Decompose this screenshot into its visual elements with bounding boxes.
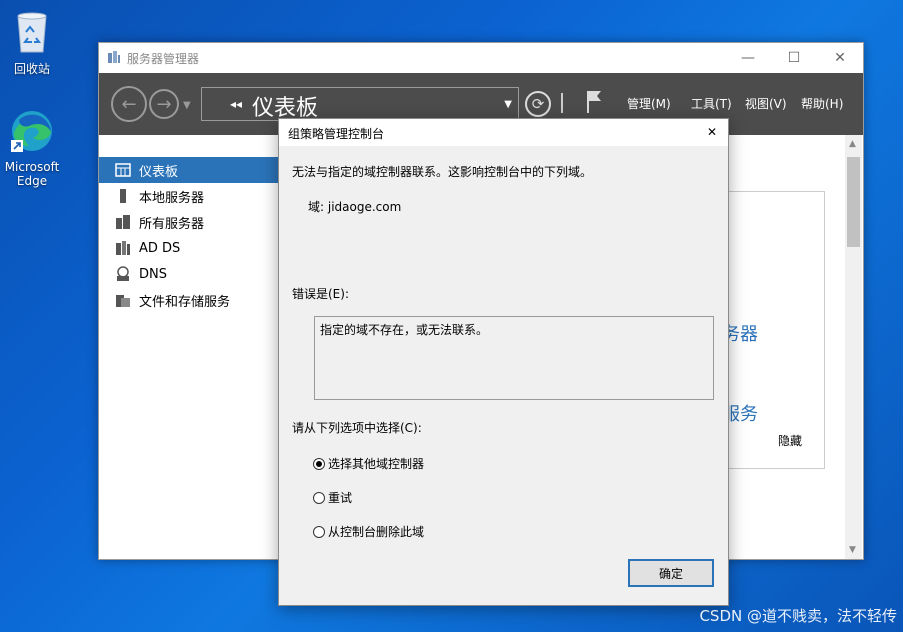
menu-tools[interactable]: 工具(T) xyxy=(691,95,732,112)
scroll-down-icon[interactable]: ▼ xyxy=(849,545,856,555)
error-label: 错误是(E): xyxy=(292,287,349,301)
breadcrumb-chevron-icon: ◂◂ xyxy=(230,97,243,111)
sidebar-item-local-server[interactable]: 本地服务器 xyxy=(99,183,279,209)
sidebar-item-dns[interactable]: DNS xyxy=(99,261,279,287)
radio-label: 从控制台删除此域 xyxy=(328,525,425,539)
server-manager-app-icon xyxy=(107,50,121,67)
minimize-button[interactable]: — xyxy=(725,43,771,73)
gpmc-error-dialog: 组策略管理控制台 ✕ 无法与指定的域控制器联系。这影响控制台中的下列域。 域: … xyxy=(278,118,729,606)
sidebar-item-label: 仪表板 xyxy=(139,164,179,180)
radio-remove-domain[interactable]: 从控制台删除此域 xyxy=(313,523,424,540)
dialog-close-button[interactable]: ✕ xyxy=(698,119,728,146)
sidebar-item-dashboard[interactable]: 仪表板 xyxy=(99,157,279,183)
maximize-icon: ☐ xyxy=(787,50,801,66)
sidebar-item-ad-ds[interactable]: AD DS xyxy=(99,235,279,261)
hide-link[interactable]: 隐藏 xyxy=(778,432,802,449)
refresh-icon: ⟳ xyxy=(531,95,545,113)
edge-desktop-icon[interactable]: Microsoft Edge xyxy=(0,108,64,188)
forward-button[interactable]: → xyxy=(149,89,179,119)
close-button[interactable]: ✕ xyxy=(817,43,863,73)
sidebar-item-file-storage[interactable]: 文件和存储服务 xyxy=(99,287,279,313)
radio-button-selected[interactable] xyxy=(313,457,325,470)
sidebar: 仪表板 本地服务器 所有服务器 AD DS DNS 文件和存储服务 xyxy=(99,157,279,313)
sidebar-item-label: 文件和存储服务 xyxy=(139,294,231,310)
domain-text: 域: jidaoge.com xyxy=(308,200,402,214)
refresh-button[interactable]: ⟳ xyxy=(525,91,551,117)
menu-help[interactable]: 帮助(H) xyxy=(801,95,843,112)
scroll-up-icon[interactable]: ▲ xyxy=(849,139,856,149)
breadcrumb[interactable]: ◂◂ 仪表板 ▼ xyxy=(201,87,519,121)
vertical-scrollbar[interactable]: ▲ ▼ xyxy=(845,135,862,559)
radio-button[interactable] xyxy=(313,491,325,504)
close-icon: ✕ xyxy=(834,50,846,66)
history-dropdown-icon[interactable]: ▼ xyxy=(183,100,191,111)
sidebar-item-label: 所有服务器 xyxy=(139,216,205,232)
sidebar-item-label: DNS xyxy=(139,266,167,282)
recycle-bin-desktop-icon[interactable]: 回收站 xyxy=(0,8,64,77)
recycle-bin-icon xyxy=(0,8,64,57)
dialog-message: 无法与指定的域控制器联系。这影响控制台中的下列域。 xyxy=(292,165,593,179)
server-icon xyxy=(115,188,131,204)
edge-label: Microsoft Edge xyxy=(4,160,60,188)
menu-view[interactable]: 视图(V) xyxy=(745,95,787,112)
scrollbar-thumb[interactable] xyxy=(847,157,860,247)
back-button[interactable]: ← xyxy=(111,86,147,122)
radio-label: 重试 xyxy=(328,491,353,505)
dialog-titlebar[interactable]: 组策略管理控制台 ✕ xyxy=(279,119,728,146)
window-titlebar[interactable]: 服务器管理器 — ☐ ✕ xyxy=(99,43,863,73)
dns-icon xyxy=(115,266,131,282)
error-textbox[interactable]: 指定的域不存在，或无法联系。 xyxy=(314,316,714,400)
window-title: 服务器管理器 xyxy=(127,52,200,66)
recycle-bin-label: 回收站 xyxy=(13,62,50,76)
radio-choose-other-dc[interactable]: 选择其他域控制器 xyxy=(313,455,424,472)
maximize-button[interactable]: ☐ xyxy=(771,43,817,73)
forward-arrow-icon: → xyxy=(156,93,172,115)
menu-manage[interactable]: 管理(M) xyxy=(627,95,671,112)
sidebar-item-label: AD DS xyxy=(139,240,181,256)
close-icon: ✕ xyxy=(707,125,718,139)
edge-icon xyxy=(0,108,64,157)
watermark-text: CSDN @道不贱卖，法不轻传 xyxy=(699,607,897,625)
choose-label: 请从下列选项中选择(C): xyxy=(292,421,422,435)
back-arrow-icon: ← xyxy=(121,93,137,115)
toolbar-separator xyxy=(561,93,563,113)
sidebar-item-label: 本地服务器 xyxy=(139,190,205,206)
breadcrumb-dropdown-icon[interactable]: ▼ xyxy=(504,99,512,110)
minimize-icon: — xyxy=(741,50,755,66)
ok-button[interactable]: 确定 xyxy=(628,559,714,587)
storage-icon xyxy=(115,292,131,308)
radio-retry[interactable]: 重试 xyxy=(313,489,352,506)
servers-icon xyxy=(115,214,131,230)
dialog-title: 组策略管理控制台 xyxy=(288,127,385,141)
radio-button[interactable] xyxy=(313,525,325,538)
dashboard-icon xyxy=(115,162,131,178)
notifications-flag-icon[interactable] xyxy=(585,89,603,116)
radio-label: 选择其他域控制器 xyxy=(328,457,425,471)
sidebar-item-all-servers[interactable]: 所有服务器 xyxy=(99,209,279,235)
ad-ds-icon xyxy=(115,240,131,256)
